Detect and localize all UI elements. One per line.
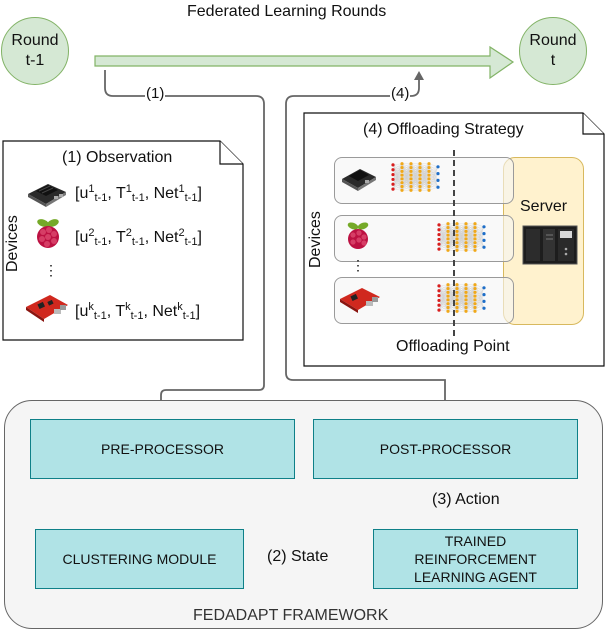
post-processor-module[interactable]: POST-PROCESSOR (313, 419, 578, 479)
server-rack-icon (522, 225, 578, 265)
observation-devices-label: Devices (4, 215, 21, 272)
jetson-board-icon (28, 184, 66, 207)
edge-label-state: (2) State (265, 548, 331, 566)
rl-agent-module[interactable]: TRAINED REINFORCEMENT LEARNING AGENT (373, 529, 578, 589)
observation-row-k: [ukt-1, Tkt-1, Netkt-1] (75, 301, 201, 322)
pre-processor-module[interactable]: PRE-PROCESSOR (30, 419, 295, 479)
dev-board-icon (26, 295, 68, 322)
lane-dev-board-icon (340, 288, 380, 313)
edge-offloading-arrowhead (414, 71, 424, 80)
observation-row-1: [u1t-1, T1t-1, Net1t-1] (75, 183, 202, 204)
edge-label-action: (3) Action (430, 491, 502, 509)
offloading-ellipsis: ⋮ (351, 257, 365, 273)
lane-jetson-icon (342, 169, 376, 191)
edge-label-step1: (1) (145, 85, 166, 102)
server-label: Server (520, 198, 568, 215)
rounds-progress-arrow (94, 45, 515, 80)
offloading-point-label: Offloading Point (394, 338, 512, 356)
observation-ellipsis: ⋮ (44, 262, 58, 278)
framework-label: FEDADAPT FRAMEWORK (193, 607, 389, 624)
edge-label-step4: (4) (390, 85, 411, 102)
clustering-module[interactable]: CLUSTERING MODULE (35, 529, 244, 589)
lane-raspberry-pi-icon (347, 222, 369, 249)
raspberry-pi-icon (37, 219, 59, 248)
offloading-devices-label: Devices (307, 211, 324, 268)
observation-row-2: [u2t-1, T2t-1, Net2t-1] (75, 227, 202, 248)
observation-title: (1) Observation (62, 149, 173, 166)
offloading-title: (4) Offloading Strategy (363, 121, 524, 138)
